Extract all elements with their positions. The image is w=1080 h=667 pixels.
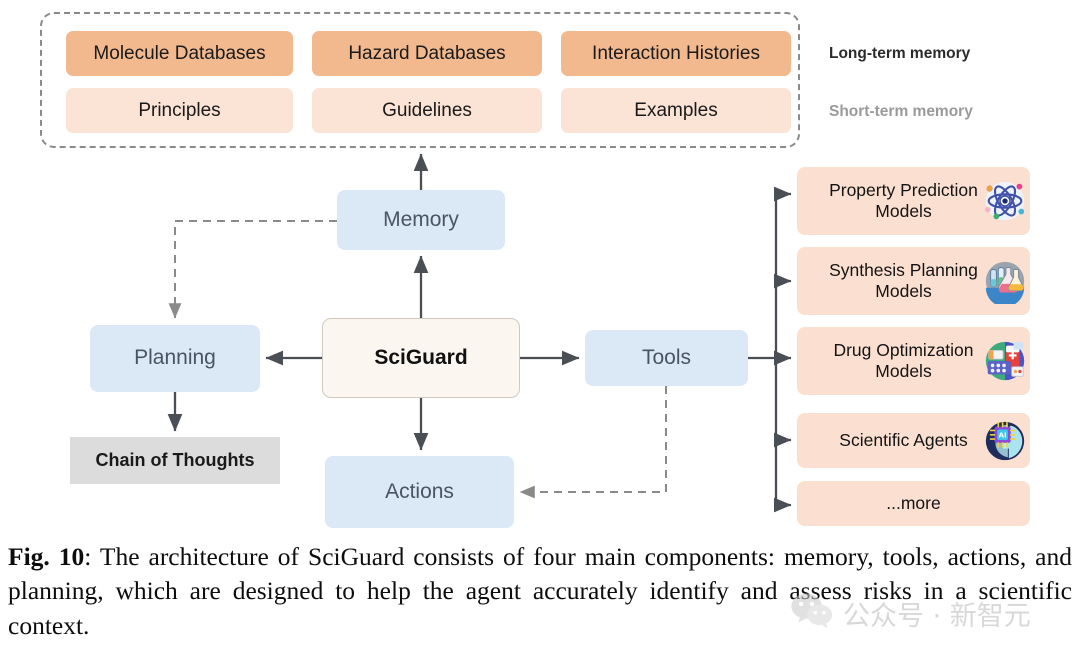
caption-separator: : (84, 542, 100, 571)
svg-text:AI: AI (998, 430, 1006, 439)
tool-property-prediction-models[interactable]: Property Prediction Models (797, 167, 1030, 235)
memory-item-principles[interactable]: Principles (66, 88, 293, 133)
memory-item-interaction-histories[interactable]: Interaction Histories (561, 31, 791, 76)
memory-item-label: Interaction Histories (592, 42, 760, 64)
ai-head-icon: AI (982, 418, 1028, 464)
tool-label: Synthesis Planning Models (829, 260, 978, 301)
tool-synthesis-planning-models[interactable]: Synthesis Planning Models (797, 247, 1030, 315)
memory-item-label: Guidelines (382, 99, 472, 121)
atom-icon (982, 178, 1028, 224)
node-tools[interactable]: Tools (585, 330, 748, 386)
node-tools-label: Tools (641, 345, 692, 369)
memory-item-label: Principles (138, 99, 221, 121)
tool-drug-optimization-models[interactable]: Drug Optimization Models (797, 327, 1030, 395)
tool-label: ...more (886, 493, 941, 513)
tool-label: Property Prediction Models (829, 180, 978, 221)
node-actions-label: Actions (385, 479, 454, 503)
memory-item-examples[interactable]: Examples (561, 88, 791, 133)
pills-icon (982, 338, 1028, 384)
short-term-memory-label: Short-term memory (829, 103, 973, 120)
memory-item-guidelines[interactable]: Guidelines (312, 88, 542, 133)
node-chain-of-thoughts[interactable]: Chain of Thoughts (70, 437, 280, 484)
long-term-memory-label: Long-term memory (829, 45, 971, 62)
lab-flasks-icon (982, 258, 1028, 307)
memory-item-label: Hazard Databases (348, 42, 506, 64)
node-memory-label: Memory (383, 207, 459, 231)
tool-more[interactable]: ...more (797, 481, 1030, 526)
memory-item-label: Examples (634, 99, 718, 121)
memory-item-label: Molecule Databases (93, 42, 266, 64)
caption-text: The architecture of SciGuard consists of… (8, 542, 1072, 640)
node-planning-label: Planning (134, 346, 216, 370)
node-chain-of-thoughts-label: Chain of Thoughts (95, 449, 255, 470)
node-sciguard[interactable]: SciGuard (322, 318, 520, 398)
memory-item-hazard-databases[interactable]: Hazard Databases (312, 31, 542, 76)
node-planning[interactable]: Planning (90, 325, 260, 392)
tool-scientific-agents[interactable]: Scientific Agents AI (797, 413, 1030, 468)
tool-label: Drug Optimization Models (833, 340, 974, 381)
figure-number: Fig. 10 (8, 542, 85, 571)
memory-item-molecule-databases[interactable]: Molecule Databases (66, 31, 293, 76)
tool-label: Scientific Agents (839, 430, 968, 450)
memory-group-container: Molecule Databases Hazard Databases Inte… (40, 12, 800, 148)
node-actions[interactable]: Actions (325, 456, 514, 528)
figure-caption: Fig. 10: The architecture of SciGuard co… (8, 540, 1072, 643)
node-memory[interactable]: Memory (337, 190, 505, 250)
node-sciguard-label: SciGuard (374, 345, 468, 369)
figure-diagram: Molecule Databases Hazard Databases Inte… (0, 0, 1080, 540)
